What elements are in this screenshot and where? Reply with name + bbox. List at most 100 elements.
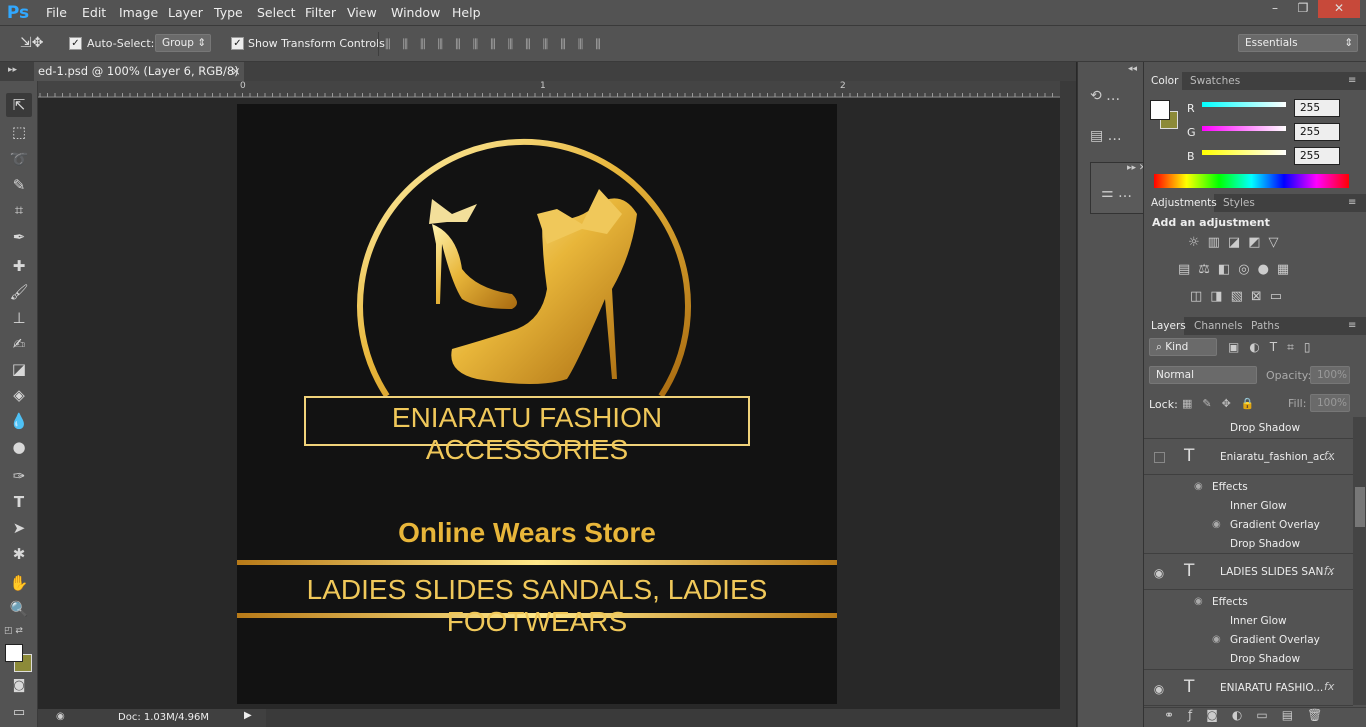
eraser-tool-icon[interactable]: ◪ [6,357,32,381]
auto-select-checkbox-icon[interactable]: ✓ [69,37,82,50]
auto-select-dropdown[interactable]: Group ⇕ [155,34,211,52]
status-icon[interactable]: ◉ [56,711,65,722]
b-value-input[interactable]: 255 [1294,147,1340,165]
adjust-panel-icon[interactable]: ⚌ … [1101,185,1132,201]
panel-menu-icon[interactable]: ≡ [1348,197,1356,208]
tab-adjustments[interactable]: Adjustments [1151,197,1217,209]
horizontal-scrollbar[interactable] [266,709,1060,727]
menu-view[interactable]: View [347,5,377,20]
eye-icon[interactable]: ◉ [1194,481,1203,492]
ruler-label-0: 0 [240,81,246,91]
panel-menu-icon[interactable]: ≡ [1348,320,1356,331]
quick-mask-icon[interactable]: ◙ [6,674,32,698]
healing-brush-icon[interactable]: ✚ [6,254,32,278]
workspace-dropdown[interactable]: Essentials ⇕ [1238,34,1358,52]
screen-mode-icon[interactable]: ▭ [6,701,32,725]
menu-file[interactable]: File [46,5,67,20]
fill-input[interactable]: 100% [1310,394,1350,412]
menu-layer[interactable]: Layer [168,5,203,20]
minimize-button[interactable]: – [1261,0,1289,18]
close-tab-icon[interactable]: × [231,62,241,81]
document-tab[interactable]: ed-1.psd @ 100% (Layer 6, RGB/8) * × [34,62,244,97]
b-slider[interactable] [1202,150,1286,155]
fx-icon[interactable]: fx [1324,680,1334,693]
tab-styles[interactable]: Styles [1223,197,1255,209]
visibility-toggle[interactable] [1154,452,1165,463]
zoom-tool-icon[interactable]: 🔍 [6,597,32,621]
history-panel-icon[interactable]: ⟲ … [1090,88,1120,104]
menu-image[interactable]: Image [119,5,158,20]
brush-tool-icon[interactable]: 🖌 [6,280,32,304]
layers-footer-icons[interactable]: ⚭ƒ◙◐▭▤🗑 [1144,707,1366,727]
g-slider[interactable] [1202,126,1286,131]
menu-type[interactable]: Type [214,5,243,20]
vertical-scrollbar[interactable] [1060,81,1076,727]
crop-tool-icon[interactable]: ⌗ [6,198,32,222]
menu-window[interactable]: Window [391,5,440,20]
panel-menu-icon[interactable]: ≡ [1348,75,1356,86]
history-brush-icon[interactable]: ✍ [6,332,32,356]
r-value-input[interactable]: 255 [1294,99,1340,117]
eye-icon[interactable]: ◉ [1194,596,1203,607]
menu-filter[interactable]: Filter [305,5,336,20]
blend-mode-dropdown[interactable]: Normal [1149,366,1257,384]
opacity-input[interactable]: 100% [1310,366,1350,384]
layer-kind-filter[interactable]: ⌕ Kind [1149,338,1217,356]
layer-row[interactable]: ◉ T ENIARATU FASHIO... fx [1144,669,1353,706]
type-tool-icon[interactable]: T [6,490,32,514]
eye-icon[interactable]: ◉ [1153,682,1165,696]
pen-tool-icon[interactable]: ✑ [6,464,32,488]
type-layer-icon: T [1184,561,1195,581]
color-spectrum[interactable] [1154,174,1349,188]
blur-tool-icon[interactable]: 💧 [6,409,32,433]
hand-tool-icon[interactable]: ✋ [6,571,32,595]
eye-icon[interactable]: ◉ [1153,566,1165,580]
marquee-tool-icon[interactable]: ⬚ [6,120,32,144]
lasso-tool-icon[interactable]: ➰ [6,147,32,171]
default-colors-icon[interactable]: ◰ ⇄ [4,626,23,636]
foreground-color-swatch[interactable] [5,644,23,662]
tab-swatches[interactable]: Swatches [1190,75,1240,87]
r-slider[interactable] [1202,102,1286,107]
dodge-tool-icon[interactable]: ● [6,435,32,459]
layers-scroll-thumb[interactable] [1355,487,1365,527]
g-value-input[interactable]: 255 [1294,123,1340,141]
adjustment-icons-row-2[interactable]: ▤⚖◧◎●▦ [1178,262,1328,277]
tab-paths[interactable]: Paths [1251,320,1280,332]
layer-filter-icons[interactable]: ▣◐T⌗▯ [1228,340,1338,355]
quick-select-tool-icon[interactable]: ✎ [6,173,32,197]
tab-layers[interactable]: Layers [1151,320,1186,332]
align-distribute-icons[interactable]: ⫼⫼⫼⫼⫼⫼⫼⫼⫼⫼⫼⫼⫼ [385,37,755,51]
close-window-button[interactable]: ✕ [1318,0,1360,18]
artboard[interactable]: ENIARATU FASHION ACCESSORIES Online Wear… [237,104,837,704]
menu-select[interactable]: Select [257,5,296,20]
fx-icon[interactable]: fx [1324,564,1334,577]
tab-color[interactable]: Color [1151,75,1178,87]
eye-icon[interactable]: ◉ [1212,519,1221,530]
lock-icons[interactable]: ▦✎✥🔒 [1182,397,1265,410]
clone-stamp-icon[interactable]: ⊥ [6,306,32,330]
fx-icon[interactable]: fx [1324,449,1334,462]
path-select-icon[interactable]: ➤ [6,516,32,540]
menu-help[interactable]: Help [452,5,481,20]
paint-bucket-icon[interactable]: ◈ [6,383,32,407]
move-tool-preset-icon[interactable]: ⇲✥ [20,35,43,51]
collapse-toolbar-icon[interactable]: ▸▸ [8,65,17,75]
transform-controls-checkbox-icon[interactable]: ✓ [231,37,244,50]
properties-panel-icon[interactable]: ▤ … [1090,128,1122,144]
layer-row[interactable]: ◉ T LADIES SLIDES SAN... fx [1144,553,1353,590]
eyedropper-tool-icon[interactable]: ✒ [6,225,32,249]
layers-scrollbar[interactable] [1353,417,1366,705]
move-tool-icon[interactable]: ⇱ [6,93,32,117]
menu-edit[interactable]: Edit [82,5,106,20]
adjustment-icons-row-1[interactable]: ☼▥◪◩▽ [1188,235,1308,250]
color-fg-swatch[interactable] [1150,100,1170,120]
restore-button[interactable]: ❐ [1289,0,1317,18]
eye-icon[interactable]: ◉ [1212,634,1221,645]
custom-shape-icon[interactable]: ✱ [6,542,32,566]
expand-dock-icon[interactable]: ◂◂ [1128,64,1137,74]
adjustment-icons-row-3[interactable]: ◫◨▧⊠▭ [1190,289,1310,304]
status-arrow-icon[interactable]: ▶ [244,710,252,721]
layer-row[interactable]: T Eniaratu_fashion_ac... fx [1144,438,1353,475]
tab-channels[interactable]: Channels [1194,320,1243,332]
